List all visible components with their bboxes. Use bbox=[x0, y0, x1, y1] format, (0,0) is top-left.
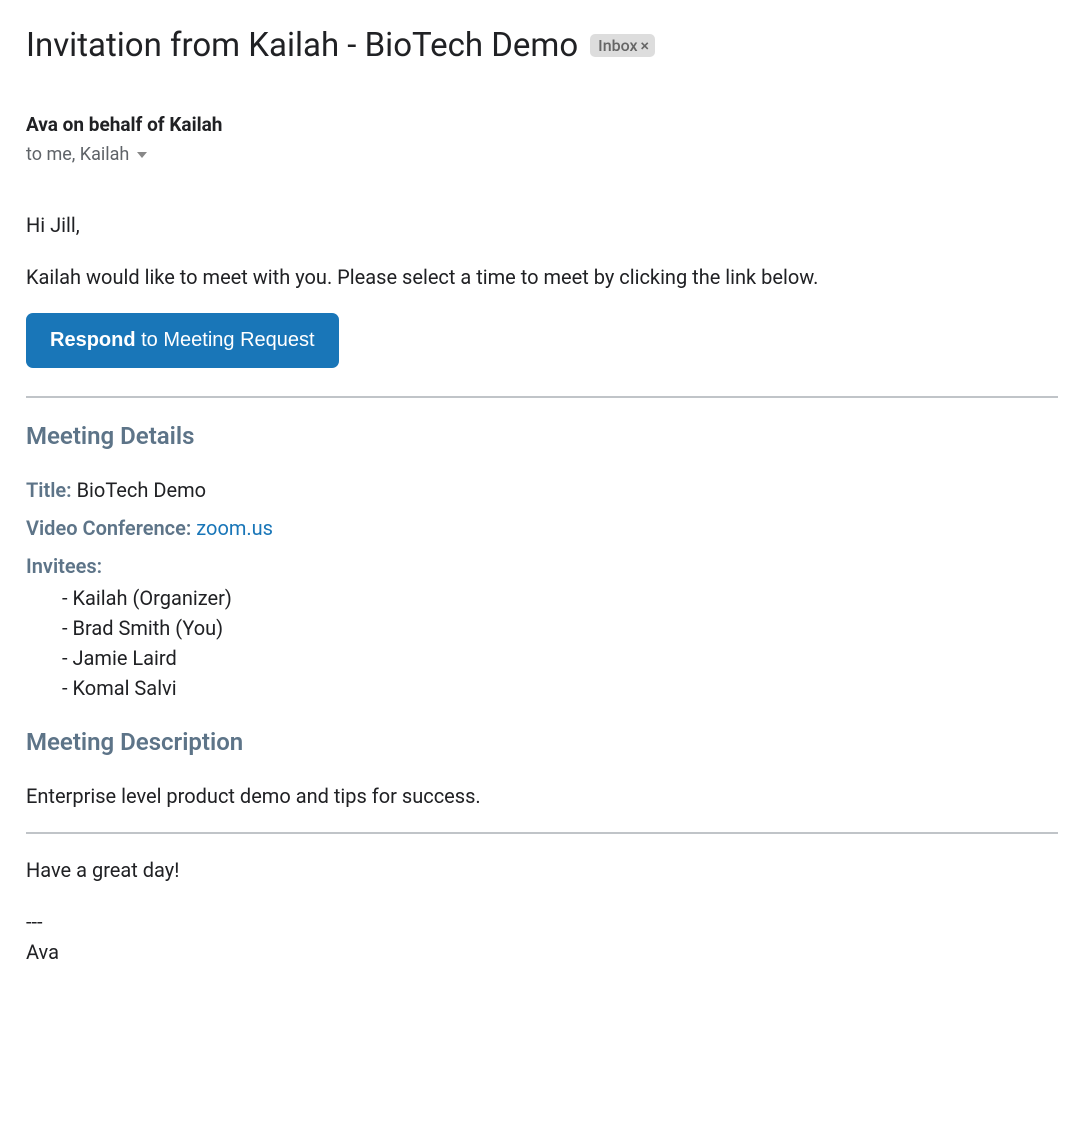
respond-button[interactable]: Respond to Meeting Request bbox=[26, 313, 339, 368]
divider bbox=[26, 396, 1058, 398]
signoff: Have a great day! bbox=[26, 858, 1058, 882]
respond-button-rest: to Meeting Request bbox=[136, 329, 315, 351]
subject-line: Invitation from Kailah - BioTech Demo In… bbox=[26, 26, 1058, 65]
video-conference-label: Video Conference: bbox=[26, 516, 191, 540]
list-item: Brad Smith (You) bbox=[26, 616, 1058, 640]
meeting-details-heading: Meeting Details bbox=[26, 422, 1058, 450]
video-conference-row: Video Conference: zoom.us bbox=[26, 516, 1058, 540]
list-item: Jamie Laird bbox=[26, 646, 1058, 670]
title-row: Title: BioTech Demo bbox=[26, 478, 1058, 502]
signature-separator: --- bbox=[26, 910, 1058, 934]
title-label: Title: bbox=[26, 478, 72, 502]
recipients-text: to me, Kailah bbox=[26, 144, 129, 165]
inbox-label-text: Inbox bbox=[598, 36, 637, 55]
greeting: Hi Jill, bbox=[26, 213, 1058, 237]
title-value: BioTech Demo bbox=[77, 478, 206, 502]
close-icon[interactable]: × bbox=[641, 36, 650, 55]
list-item: Komal Salvi bbox=[26, 676, 1058, 700]
body-intro: Kailah would like to meet with you. Plea… bbox=[26, 265, 1058, 289]
signature: Ava bbox=[26, 940, 1058, 964]
list-item: Kailah (Organizer) bbox=[26, 586, 1058, 610]
video-conference-link[interactable]: zoom.us bbox=[196, 516, 273, 540]
divider bbox=[26, 832, 1058, 834]
description-text: Enterprise level product demo and tips f… bbox=[26, 784, 1058, 808]
meeting-description-heading: Meeting Description bbox=[26, 728, 1058, 756]
invitees-label: Invitees: bbox=[26, 554, 1058, 578]
inbox-label[interactable]: Inbox × bbox=[590, 34, 655, 57]
subject-text: Invitation from Kailah - BioTech Demo bbox=[26, 26, 578, 65]
chevron-down-icon[interactable] bbox=[137, 152, 147, 158]
sender-line: Ava on behalf of Kailah bbox=[26, 113, 1058, 136]
invitee-list: Kailah (Organizer) Brad Smith (You) Jami… bbox=[26, 586, 1058, 700]
recipients-line: to me, Kailah bbox=[26, 144, 1058, 165]
respond-button-bold: Respond bbox=[50, 329, 136, 351]
